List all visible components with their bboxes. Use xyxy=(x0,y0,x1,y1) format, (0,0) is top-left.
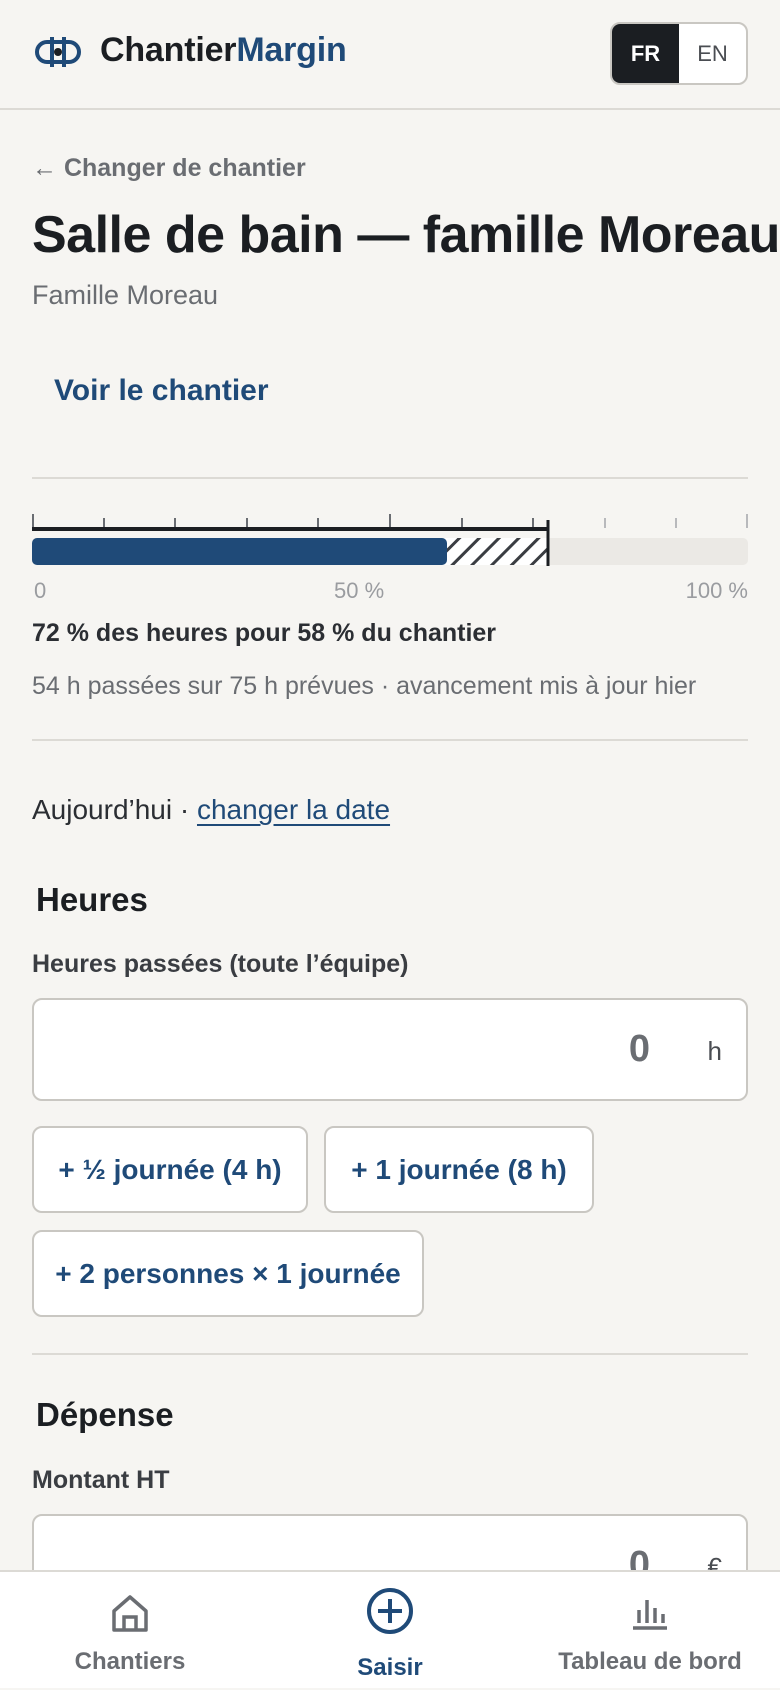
hours-section-title: Heures xyxy=(36,881,148,918)
add-two-people-day-button[interactable]: + 2 personnes × 1 journée xyxy=(32,1230,424,1317)
nav-dashboard[interactable]: Tableau de bord xyxy=(540,1572,760,1690)
nav-saisir[interactable]: Saisir xyxy=(320,1572,460,1690)
date-prefix: Aujourd’hui · xyxy=(32,794,197,825)
app-header: ChantierMargin FR EN xyxy=(0,0,780,110)
divider xyxy=(32,1353,748,1355)
change-date-link[interactable]: changer la date xyxy=(197,794,390,825)
scale-label-100: 100 % xyxy=(685,578,748,603)
progress-detail: 54 h passées sur 75 h prévues · avanceme… xyxy=(32,672,697,700)
date-line: Aujourd’hui · changer la date xyxy=(32,794,390,826)
plus-circle-icon xyxy=(367,1588,413,1634)
brand-part-2: Margin xyxy=(236,31,347,69)
logo-icon xyxy=(35,37,81,67)
add-one-day-button[interactable]: + 1 journée (8 h) xyxy=(324,1126,594,1213)
lang-fr-button[interactable]: FR xyxy=(612,24,679,83)
nav-saisir-label: Saisir xyxy=(357,1654,423,1681)
progress-summary: 72 % des heures pour 58 % du chantier xyxy=(32,619,497,647)
completion-bar xyxy=(32,538,447,565)
bar-chart-icon xyxy=(633,1600,667,1630)
scale-label-0: 0 xyxy=(34,578,47,603)
amount-field-label: Montant HT xyxy=(32,1466,170,1494)
lang-en-button[interactable]: EN xyxy=(679,24,746,83)
hours-field-label: Heures passées (toute l’équipe) xyxy=(32,950,409,978)
expense-section-title: Dépense xyxy=(36,1396,174,1433)
hours-input[interactable]: 0 h xyxy=(32,998,748,1101)
client-name: Famille Moreau xyxy=(32,280,219,310)
page-title: Salle de bain — famille Moreau xyxy=(32,206,780,264)
hours-unit: h xyxy=(707,1036,722,1066)
language-switcher: FR EN xyxy=(610,22,748,85)
overrun-hatched-bar xyxy=(443,538,548,565)
change-project-link[interactable]: ← Changer de chantier xyxy=(32,154,306,183)
hours-input-value: 0 xyxy=(628,1028,650,1070)
brand-name[interactable]: ChantierMargin xyxy=(100,31,347,70)
nav-chantiers-label: Chantiers xyxy=(74,1648,186,1675)
scale-label-50: 50 % xyxy=(334,578,385,603)
gauge-ticks xyxy=(32,514,748,528)
view-project-link[interactable]: Voir le chantier xyxy=(54,374,269,408)
divider xyxy=(32,477,748,479)
bottom-navigation: Chantiers Saisir Tableau de bord xyxy=(0,1570,780,1688)
add-half-day-button[interactable]: + ½ journée (4 h) xyxy=(32,1126,308,1213)
gauge-scale: 0 50 % 100 % xyxy=(32,578,748,608)
nav-dashboard-label: Tableau de bord xyxy=(558,1648,742,1675)
brand-part-1: Chantier xyxy=(100,31,237,69)
nav-chantiers[interactable]: Chantiers xyxy=(60,1572,200,1690)
home-icon xyxy=(112,1595,148,1632)
divider xyxy=(32,739,748,741)
progress-gauge xyxy=(32,514,748,566)
